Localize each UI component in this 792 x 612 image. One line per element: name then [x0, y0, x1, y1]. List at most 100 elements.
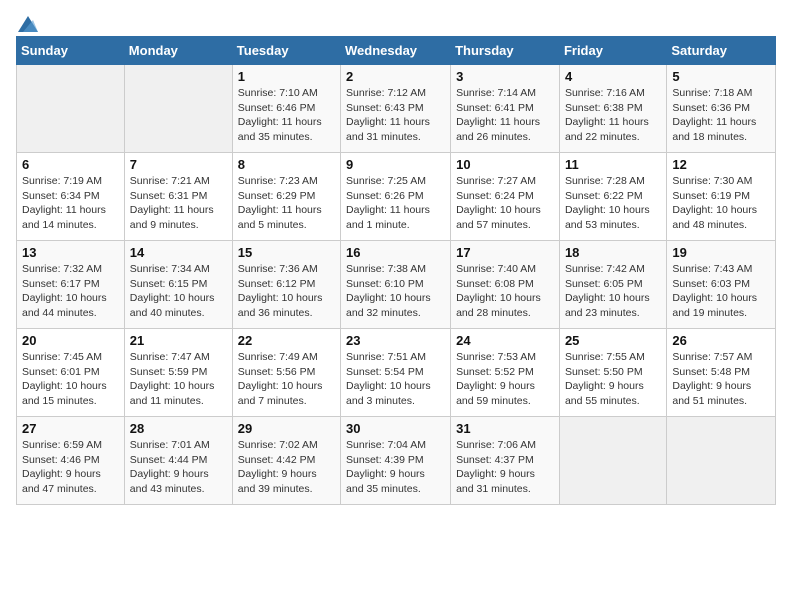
day-info: Sunrise: 7:30 AM Sunset: 6:19 PM Dayligh…	[672, 174, 770, 233]
calendar-cell	[17, 65, 125, 153]
logo	[16, 16, 40, 28]
calendar-cell: 13 Sunrise: 7:32 AM Sunset: 6:17 PM Dayli…	[17, 241, 125, 329]
day-number: 19	[672, 245, 770, 260]
calendar-cell	[559, 417, 666, 505]
calendar-week-row: 27 Sunrise: 6:59 AM Sunset: 4:46 PM Dayli…	[17, 417, 776, 505]
calendar-header-friday: Friday	[559, 37, 666, 65]
calendar-cell: 25Sunrise: 7:55 AM Sunset: 5:50 PM Dayli…	[559, 329, 666, 417]
day-info: Sunrise: 7:02 AM Sunset: 4:42 PM Dayligh…	[238, 438, 335, 497]
day-info: Sunrise: 7:19 AM Sunset: 6:34 PM Dayligh…	[22, 174, 119, 233]
calendar-header-wednesday: Wednesday	[341, 37, 451, 65]
calendar-week-row: 1 Sunrise: 7:10 AM Sunset: 6:46 PM Daylig…	[17, 65, 776, 153]
day-number: 15	[238, 245, 335, 260]
calendar-cell: 12Sunrise: 7:30 AM Sunset: 6:19 PM Dayli…	[667, 153, 776, 241]
calendar-cell: 14Sunrise: 7:34 AM Sunset: 6:15 PM Dayli…	[124, 241, 232, 329]
day-info: Sunrise: 7:27 AM Sunset: 6:24 PM Dayligh…	[456, 174, 554, 233]
calendar-cell: 28 Sunrise: 7:01 AM Sunset: 4:44 PM Dayli…	[124, 417, 232, 505]
calendar-cell: 31 Sunrise: 7:06 AM Sunset: 4:37 PM Dayli…	[451, 417, 560, 505]
day-number: 29	[238, 421, 335, 436]
day-info: Sunrise: 7:47 AM Sunset: 5:59 PM Dayligh…	[130, 350, 227, 409]
calendar-cell: 3 Sunrise: 7:14 AM Sunset: 6:41 PM Daylig…	[451, 65, 560, 153]
calendar-cell: 23 Sunrise: 7:51 AM Sunset: 5:54 PM Dayli…	[341, 329, 451, 417]
calendar-cell	[667, 417, 776, 505]
calendar-header-saturday: Saturday	[667, 37, 776, 65]
day-number: 5	[672, 69, 770, 84]
calendar-cell: 6 Sunrise: 7:19 AM Sunset: 6:34 PM Daylig…	[17, 153, 125, 241]
calendar-cell: 29 Sunrise: 7:02 AM Sunset: 4:42 PM Dayli…	[232, 417, 340, 505]
day-info: Sunrise: 7:16 AM Sunset: 6:38 PM Dayligh…	[565, 86, 661, 145]
calendar-header-monday: Monday	[124, 37, 232, 65]
day-info: Sunrise: 7:12 AM Sunset: 6:43 PM Dayligh…	[346, 86, 445, 145]
day-number: 16	[346, 245, 445, 260]
logo-icon	[18, 16, 38, 32]
day-number: 17	[456, 245, 554, 260]
calendar-cell: 5Sunrise: 7:18 AM Sunset: 6:36 PM Daylig…	[667, 65, 776, 153]
day-number: 25	[565, 333, 661, 348]
day-number: 6	[22, 157, 119, 172]
day-info: Sunrise: 7:04 AM Sunset: 4:39 PM Dayligh…	[346, 438, 445, 497]
calendar-cell: 21 Sunrise: 7:47 AM Sunset: 5:59 PM Dayli…	[124, 329, 232, 417]
calendar-cell: 16 Sunrise: 7:38 AM Sunset: 6:10 PM Dayli…	[341, 241, 451, 329]
day-info: Sunrise: 7:10 AM Sunset: 6:46 PM Dayligh…	[238, 86, 335, 145]
calendar-week-row: 6 Sunrise: 7:19 AM Sunset: 6:34 PM Daylig…	[17, 153, 776, 241]
day-number: 4	[565, 69, 661, 84]
calendar: SundayMondayTuesdayWednesdayThursdayFrid…	[16, 36, 776, 505]
calendar-cell: 7 Sunrise: 7:21 AM Sunset: 6:31 PM Daylig…	[124, 153, 232, 241]
day-number: 18	[565, 245, 661, 260]
day-info: Sunrise: 7:57 AM Sunset: 5:48 PM Dayligh…	[672, 350, 770, 409]
day-info: Sunrise: 7:25 AM Sunset: 6:26 PM Dayligh…	[346, 174, 445, 233]
calendar-cell: 4 Sunrise: 7:16 AM Sunset: 6:38 PM Daylig…	[559, 65, 666, 153]
day-number: 24	[456, 333, 554, 348]
calendar-header-thursday: Thursday	[451, 37, 560, 65]
calendar-cell: 19Sunrise: 7:43 AM Sunset: 6:03 PM Dayli…	[667, 241, 776, 329]
day-number: 26	[672, 333, 770, 348]
calendar-cell: 1 Sunrise: 7:10 AM Sunset: 6:46 PM Daylig…	[232, 65, 340, 153]
calendar-cell: 22 Sunrise: 7:49 AM Sunset: 5:56 PM Dayli…	[232, 329, 340, 417]
calendar-header-sunday: Sunday	[17, 37, 125, 65]
day-number: 21	[130, 333, 227, 348]
day-number: 27	[22, 421, 119, 436]
day-number: 9	[346, 157, 445, 172]
day-number: 11	[565, 157, 661, 172]
day-info: Sunrise: 7:28 AM Sunset: 6:22 PM Dayligh…	[565, 174, 661, 233]
calendar-header-row: SundayMondayTuesdayWednesdayThursdayFrid…	[17, 37, 776, 65]
day-number: 30	[346, 421, 445, 436]
calendar-cell	[124, 65, 232, 153]
calendar-cell: 10 Sunrise: 7:27 AM Sunset: 6:24 PM Dayli…	[451, 153, 560, 241]
day-number: 28	[130, 421, 227, 436]
calendar-cell: 15Sunrise: 7:36 AM Sunset: 6:12 PM Dayli…	[232, 241, 340, 329]
header	[16, 16, 776, 28]
day-info: Sunrise: 7:01 AM Sunset: 4:44 PM Dayligh…	[130, 438, 227, 497]
calendar-cell: 27 Sunrise: 6:59 AM Sunset: 4:46 PM Dayli…	[17, 417, 125, 505]
day-number: 20	[22, 333, 119, 348]
day-number: 1	[238, 69, 335, 84]
day-number: 3	[456, 69, 554, 84]
day-info: Sunrise: 7:42 AM Sunset: 6:05 PM Dayligh…	[565, 262, 661, 321]
calendar-cell: 20 Sunrise: 7:45 AM Sunset: 6:01 PM Dayli…	[17, 329, 125, 417]
day-info: Sunrise: 7:53 AM Sunset: 5:52 PM Dayligh…	[456, 350, 554, 409]
day-info: Sunrise: 7:45 AM Sunset: 6:01 PM Dayligh…	[22, 350, 119, 409]
day-number: 10	[456, 157, 554, 172]
day-number: 7	[130, 157, 227, 172]
calendar-cell: 2 Sunrise: 7:12 AM Sunset: 6:43 PM Daylig…	[341, 65, 451, 153]
day-info: Sunrise: 7:32 AM Sunset: 6:17 PM Dayligh…	[22, 262, 119, 321]
day-number: 22	[238, 333, 335, 348]
day-info: Sunrise: 7:06 AM Sunset: 4:37 PM Dayligh…	[456, 438, 554, 497]
calendar-cell: 8 Sunrise: 7:23 AM Sunset: 6:29 PM Daylig…	[232, 153, 340, 241]
day-number: 13	[22, 245, 119, 260]
day-info: Sunrise: 7:49 AM Sunset: 5:56 PM Dayligh…	[238, 350, 335, 409]
day-info: Sunrise: 7:21 AM Sunset: 6:31 PM Dayligh…	[130, 174, 227, 233]
day-number: 2	[346, 69, 445, 84]
day-number: 23	[346, 333, 445, 348]
day-info: Sunrise: 7:14 AM Sunset: 6:41 PM Dayligh…	[456, 86, 554, 145]
day-info: Sunrise: 7:38 AM Sunset: 6:10 PM Dayligh…	[346, 262, 445, 321]
day-info: Sunrise: 7:23 AM Sunset: 6:29 PM Dayligh…	[238, 174, 335, 233]
day-number: 31	[456, 421, 554, 436]
calendar-cell: 18 Sunrise: 7:42 AM Sunset: 6:05 PM Dayli…	[559, 241, 666, 329]
day-info: Sunrise: 6:59 AM Sunset: 4:46 PM Dayligh…	[22, 438, 119, 497]
day-info: Sunrise: 7:34 AM Sunset: 6:15 PM Dayligh…	[130, 262, 227, 321]
calendar-cell: 30 Sunrise: 7:04 AM Sunset: 4:39 PM Dayli…	[341, 417, 451, 505]
calendar-cell: 9 Sunrise: 7:25 AM Sunset: 6:26 PM Daylig…	[341, 153, 451, 241]
day-number: 8	[238, 157, 335, 172]
day-info: Sunrise: 7:51 AM Sunset: 5:54 PM Dayligh…	[346, 350, 445, 409]
